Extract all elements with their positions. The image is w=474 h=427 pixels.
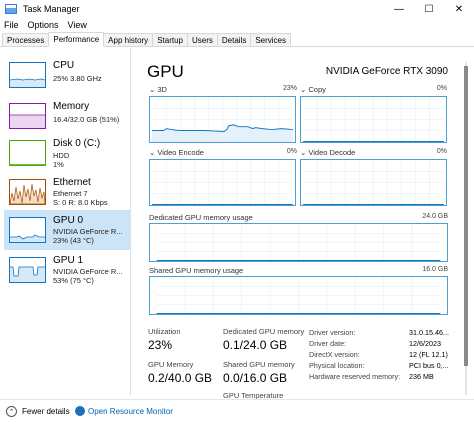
sidebar-item-detail: 23% (43 °C) — [53, 236, 94, 245]
main-scrollbar[interactable] — [462, 62, 470, 395]
tab-processes[interactable]: Processes — [2, 33, 50, 46]
shared-memory-label: Shared GPU memory — [223, 360, 295, 369]
window-controls: — ☐ ✕ — [384, 0, 474, 18]
gpu1-thumbnail-graph — [9, 257, 46, 283]
driver-version-value: 31.0.15.46... — [409, 328, 449, 337]
performance-sidebar: CPU 25% 3.80 GHz Memory 16.4/32.0 GB (51… — [0, 48, 131, 395]
engine-max-video-encode: 0% — [286, 148, 297, 155]
fewer-details-link[interactable]: Fewer details — [22, 407, 70, 416]
open-resource-monitor-link[interactable]: Open Resource Monitor — [88, 407, 173, 416]
resource-monitor-icon[interactable] — [75, 406, 85, 416]
driver-version-label: Driver version: — [309, 328, 356, 337]
reserved-memory-label: Hardware reserved memory: — [309, 372, 401, 381]
sidebar-item-memory[interactable]: Memory 16.4/32.0 GB (51%) — [4, 96, 130, 136]
engine-label-3d[interactable]: ⌄ 3D — [149, 85, 167, 94]
tab-performance[interactable]: Performance — [48, 32, 105, 47]
chevron-up-icon[interactable]: ⌃ — [6, 406, 17, 417]
engine-max-video-decode: 0% — [436, 148, 447, 155]
sidebar-item-title: Disk 0 (C:) — [53, 138, 101, 149]
dedicated-memory-value: 0.1/24.0 GB — [223, 338, 288, 352]
gpu-memory-label: GPU Memory — [148, 360, 194, 369]
dedicated-memory-graph-label: Dedicated GPU memory usage — [149, 213, 253, 222]
scrollbar-thumb[interactable] — [464, 66, 468, 366]
engine-max-copy: 0% — [436, 85, 447, 92]
engine-label-video-decode[interactable]: ⌄ Video Decode — [300, 148, 355, 157]
task-manager-icon — [5, 4, 17, 14]
menu-options[interactable]: Options — [28, 20, 59, 30]
engine-graph-3d — [149, 96, 296, 143]
sidebar-item-detail: NVIDIA GeForce R... — [53, 267, 123, 276]
engine-label-copy[interactable]: ⌄ Copy — [300, 85, 326, 94]
sidebar-item-detail: HDD — [53, 151, 70, 160]
tab-details[interactable]: Details — [216, 33, 252, 46]
sidebar-item-detail: 16.4/32.0 GB (51%) — [53, 115, 120, 124]
menu-bar: File Options View — [0, 18, 474, 32]
close-button[interactable]: ✕ — [444, 0, 474, 18]
footer-bar: ⌃ Fewer details Open Resource Monitor — [0, 399, 474, 425]
maximize-button[interactable]: ☐ — [414, 0, 444, 18]
tab-bar: Processes Performance App history Startu… — [0, 32, 474, 47]
sidebar-item-cpu[interactable]: CPU 25% 3.80 GHz — [4, 55, 130, 95]
sidebar-item-ethernet[interactable]: Ethernet Ethernet 7 S: 0 R: 8.0 Kbps — [4, 172, 130, 212]
tab-services[interactable]: Services — [250, 33, 292, 46]
sidebar-item-title: GPU 1 — [53, 255, 84, 266]
tab-startup[interactable]: Startup — [152, 33, 188, 46]
driver-date-value: 12/6/2023 — [409, 339, 441, 348]
sidebar-item-title: Ethernet — [53, 177, 91, 188]
sidebar-item-gpu-1[interactable]: GPU 1 NVIDIA GeForce R... 53% (75 °C) — [4, 250, 130, 290]
sidebar-item-detail: Ethernet 7 — [53, 189, 88, 198]
disk-thumbnail-graph — [9, 140, 46, 166]
utilization-label: Utilization — [148, 327, 181, 336]
reserved-memory-value: 236 MB — [409, 372, 434, 381]
dedicated-memory-graph — [149, 223, 448, 262]
shared-memory-value: 0.0/16.0 GB — [223, 371, 288, 385]
sidebar-item-detail: 1% — [53, 160, 64, 169]
sidebar-item-detail: S: 0 R: 8.0 Kbps — [53, 198, 108, 207]
sidebar-item-title: GPU 0 — [53, 215, 84, 226]
physical-location-label: Physical location: — [309, 361, 365, 370]
memory-thumbnail-graph — [9, 103, 46, 129]
sidebar-item-detail: 53% (75 °C) — [53, 276, 94, 285]
tab-app-history[interactable]: App history — [103, 33, 154, 46]
gpu-memory-value: 0.2/40.0 GB — [148, 371, 213, 385]
title-bar: Task Manager — ☐ ✕ — [0, 0, 474, 18]
driver-date-label: Driver date: — [309, 339, 347, 348]
minimize-button[interactable]: — — [384, 0, 414, 18]
sidebar-item-title: Memory — [53, 101, 90, 112]
dedicated-memory-label: Dedicated GPU memory — [223, 327, 305, 336]
page-title: GPU — [147, 62, 184, 81]
sidebar-item-detail: NVIDIA GeForce R... — [53, 227, 123, 236]
gpu0-thumbnail-graph — [9, 217, 46, 243]
shared-memory-graph-label: Shared GPU memory usage — [149, 266, 244, 275]
menu-view[interactable]: View — [68, 20, 87, 30]
engine-label-video-encode[interactable]: ⌄ Video Encode — [149, 148, 204, 157]
tab-users[interactable]: Users — [186, 33, 218, 46]
gpu-model-name: NVIDIA GeForce RTX 3090 — [325, 66, 448, 77]
engine-graph-video-encode — [149, 159, 296, 206]
dedicated-memory-graph-max: 24.0 GB — [422, 213, 448, 220]
sidebar-item-title: CPU — [53, 60, 75, 71]
shared-memory-graph-max: 16.0 GB — [422, 266, 448, 273]
directx-version-label: DirectX version: — [309, 350, 360, 359]
engine-max-3d: 23% — [282, 85, 297, 92]
shared-memory-graph — [149, 276, 448, 315]
engine-graph-video-decode — [300, 159, 447, 206]
engine-graph-copy — [300, 96, 447, 143]
menu-file[interactable]: File — [4, 20, 19, 30]
sidebar-item-disk[interactable]: Disk 0 (C:) HDD 1% — [4, 133, 130, 173]
window-title: Task Manager — [23, 4, 80, 14]
directx-version-value: 12 (FL 12.1) — [409, 350, 448, 359]
cpu-thumbnail-graph — [9, 62, 46, 88]
physical-location-value: PCI bus 0,... — [409, 361, 449, 370]
utilization-value: 23% — [148, 338, 173, 352]
sidebar-item-gpu-0[interactable]: GPU 0 NVIDIA GeForce R... 23% (43 °C) — [4, 210, 130, 250]
ethernet-thumbnail-graph — [9, 179, 46, 205]
sidebar-item-detail: 25% 3.80 GHz — [53, 74, 102, 83]
